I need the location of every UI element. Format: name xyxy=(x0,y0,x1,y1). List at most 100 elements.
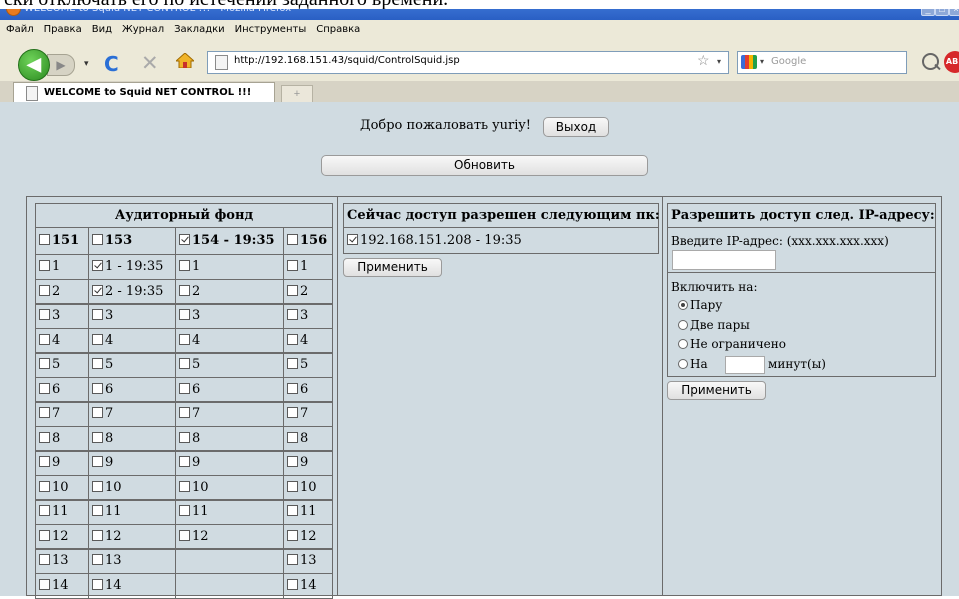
auditorium-pc-checkbox[interactable] xyxy=(39,579,50,590)
auditorium-pc-checkbox[interactable] xyxy=(179,505,190,516)
auditorium-pc-checkbox[interactable] xyxy=(39,407,50,418)
search-icon[interactable] xyxy=(922,53,939,70)
radio-pair[interactable] xyxy=(678,300,688,310)
auditorium-pc-checkbox[interactable] xyxy=(179,309,190,320)
auditorium-pc[interactable]: 2 xyxy=(287,284,308,299)
option-minutes[interactable]: На xyxy=(678,357,708,371)
auditorium-pc[interactable]: 9 xyxy=(179,455,200,470)
adblock-icon[interactable]: ABP xyxy=(944,51,959,73)
auditorium-column-header-checkbox[interactable] xyxy=(179,234,190,245)
auditorium-pc-checkbox[interactable] xyxy=(287,334,298,345)
auditorium-pc-checkbox[interactable] xyxy=(39,530,50,541)
auditorium-column-header-checkbox[interactable] xyxy=(92,234,103,245)
option-two-pairs[interactable]: Две пары xyxy=(678,318,750,332)
auditorium-pc[interactable]: 14 xyxy=(92,578,122,593)
auditorium-pc[interactable]: 11 xyxy=(179,504,209,519)
auditorium-pc-checkbox[interactable] xyxy=(287,456,298,467)
auditorium-pc-checkbox[interactable] xyxy=(179,481,190,492)
auditorium-pc[interactable]: 7 xyxy=(92,406,113,421)
auditorium-pc-checkbox[interactable] xyxy=(287,309,298,320)
auditorium-pc[interactable]: 6 xyxy=(39,382,60,397)
auditorium-pc[interactable]: 2 xyxy=(179,284,200,299)
auditorium-pc-checkbox[interactable] xyxy=(39,383,50,394)
search-box[interactable]: ▾ Google xyxy=(737,51,907,74)
auditorium-pc[interactable]: 8 xyxy=(287,431,308,446)
auditorium-pc-checkbox[interactable] xyxy=(179,530,190,541)
auditorium-pc[interactable]: 1 - 19:35 xyxy=(92,259,163,274)
auditorium-pc[interactable]: 4 xyxy=(39,333,60,348)
auditorium-pc-checkbox[interactable] xyxy=(287,505,298,516)
auditorium-pc[interactable]: 10 xyxy=(179,480,209,495)
auditorium-pc[interactable]: 2 - 19:35 xyxy=(92,284,163,299)
auditorium-column-header[interactable]: 153 xyxy=(92,233,132,248)
tab-welcome[interactable]: WELCOME to Squid NET CONTROL !!! xyxy=(13,82,275,103)
auditorium-pc[interactable]: 3 xyxy=(179,308,200,323)
auditorium-pc[interactable]: 8 xyxy=(179,431,200,446)
auditorium-column-header[interactable]: 156 xyxy=(287,233,327,248)
bookmark-star-icon[interactable]: ☆ xyxy=(697,52,710,69)
auditorium-pc-checkbox[interactable] xyxy=(287,358,298,369)
history-dropdown-icon[interactable]: ▾ xyxy=(84,58,89,69)
auditorium-pc[interactable]: 13 xyxy=(92,553,122,568)
auditorium-pc-checkbox[interactable] xyxy=(39,358,50,369)
auditorium-pc[interactable]: 11 xyxy=(92,504,122,519)
auditorium-pc[interactable]: 14 xyxy=(287,578,317,593)
auditorium-pc[interactable]: 1 xyxy=(179,259,200,274)
auditorium-pc[interactable]: 12 xyxy=(179,529,209,544)
auditorium-pc-checkbox[interactable] xyxy=(287,260,298,271)
auditorium-pc-checkbox[interactable] xyxy=(179,456,190,467)
auditorium-pc-checkbox[interactable] xyxy=(92,481,103,492)
auditorium-pc[interactable]: 11 xyxy=(287,504,317,519)
auditorium-pc[interactable]: 3 xyxy=(39,308,60,323)
auditorium-pc[interactable]: 6 xyxy=(179,382,200,397)
auditorium-pc[interactable]: 7 xyxy=(287,406,308,421)
auditorium-pc[interactable]: 14 xyxy=(39,578,69,593)
search-engine-dropdown-icon[interactable]: ▾ xyxy=(760,57,764,66)
auditorium-pc[interactable]: 3 xyxy=(92,308,113,323)
auditorium-pc-checkbox[interactable] xyxy=(92,309,103,320)
auditorium-pc-checkbox[interactable] xyxy=(179,334,190,345)
auditorium-pc-checkbox[interactable] xyxy=(287,407,298,418)
option-unlimited[interactable]: Не ограничено xyxy=(678,337,786,351)
auditorium-pc-checkbox[interactable] xyxy=(287,579,298,590)
menu-help[interactable]: Справка xyxy=(310,20,364,35)
auditorium-pc-checkbox[interactable] xyxy=(287,432,298,443)
auditorium-pc[interactable]: 9 xyxy=(287,455,308,470)
auditorium-pc[interactable]: 7 xyxy=(179,406,200,421)
auditorium-pc[interactable]: 8 xyxy=(39,431,60,446)
auditorium-pc-checkbox[interactable] xyxy=(92,407,103,418)
auditorium-pc[interactable]: 3 xyxy=(287,308,308,323)
auditorium-pc-checkbox[interactable] xyxy=(39,309,50,320)
auditorium-pc-checkbox[interactable] xyxy=(179,407,190,418)
auditorium-column-header[interactable]: 151 xyxy=(39,233,79,248)
auditorium-pc-checkbox[interactable] xyxy=(39,334,50,345)
grant-apply-button[interactable]: Применить xyxy=(667,381,766,400)
auditorium-pc[interactable]: 11 xyxy=(39,504,69,519)
auditorium-pc[interactable]: 10 xyxy=(287,480,317,495)
auditorium-pc[interactable]: 5 xyxy=(92,357,113,372)
auditorium-pc-checkbox[interactable] xyxy=(92,383,103,394)
menu-history[interactable]: Журнал xyxy=(116,20,168,35)
auditorium-pc-checkbox[interactable] xyxy=(287,530,298,541)
auditorium-pc[interactable]: 4 xyxy=(179,333,200,348)
google-icon[interactable] xyxy=(741,55,757,69)
menu-bookmarks[interactable]: Закладки xyxy=(168,20,229,35)
menu-tools[interactable]: Инструменты xyxy=(229,20,311,35)
menu-file[interactable]: Файл xyxy=(0,20,38,35)
url-bar[interactable]: http://192.168.151.43/squid/ControlSquid… xyxy=(207,51,729,74)
home-icon[interactable] xyxy=(176,53,194,68)
auditorium-pc-checkbox[interactable] xyxy=(92,285,103,296)
back-button[interactable]: ◀ xyxy=(18,49,50,81)
auditorium-pc[interactable]: 10 xyxy=(92,480,122,495)
auditorium-pc[interactable]: 4 xyxy=(92,333,113,348)
auditorium-pc-checkbox[interactable] xyxy=(179,285,190,296)
auditorium-pc[interactable]: 5 xyxy=(179,357,200,372)
auditorium-pc-checkbox[interactable] xyxy=(92,530,103,541)
option-pair[interactable]: Пару xyxy=(678,298,722,312)
forward-button[interactable]: ▶ xyxy=(47,54,75,76)
auditorium-pc-checkbox[interactable] xyxy=(39,554,50,565)
auditorium-pc-checkbox[interactable] xyxy=(179,260,190,271)
auditorium-pc-checkbox[interactable] xyxy=(92,358,103,369)
auditorium-pc[interactable]: 8 xyxy=(92,431,113,446)
auditorium-pc-checkbox[interactable] xyxy=(39,285,50,296)
